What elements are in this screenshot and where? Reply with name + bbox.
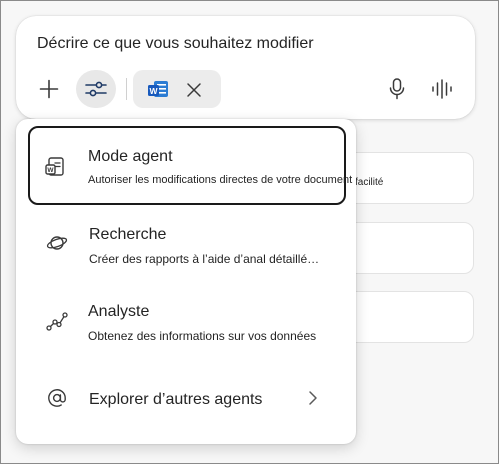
menu-item-title: Recherche	[89, 226, 167, 243]
word-document-icon: W	[148, 81, 168, 97]
menu-item-subtitle: Créer des rapports à l’aide d’anal détai…	[89, 252, 320, 266]
prompt-input[interactable]: Décrire ce que vous souhaitez modifier	[37, 35, 314, 53]
menu-item-subtitle: Autoriser les modifications directes de …	[88, 174, 353, 186]
suggestion-card-text: facilité	[355, 177, 384, 188]
voice-waveform-icon	[432, 79, 452, 99]
menu-item-subtitle: Obtenez des informations sur vos données	[88, 329, 317, 343]
line-graph-icon	[46, 312, 68, 331]
menu-item-mode-agent[interactable]	[28, 126, 346, 205]
tools-button[interactable]	[76, 70, 116, 108]
add-button[interactable]	[35, 75, 63, 103]
svg-text:W: W	[47, 167, 54, 174]
close-icon[interactable]	[185, 81, 203, 99]
planet-icon	[46, 236, 68, 250]
prompt-composer: Décrire ce que vous souhaitez modifier W	[16, 16, 475, 119]
agent-mode-menu: W Mode agent Autoriser les modifications…	[16, 119, 356, 444]
toolbar-divider	[126, 78, 127, 100]
menu-item-title: Mode agent	[88, 148, 173, 165]
attached-document-chip[interactable]: W	[133, 70, 221, 108]
microphone-icon	[389, 78, 405, 100]
menu-item-title: Analyste	[88, 303, 150, 320]
app-frame: facilité Décrire ce que vous souhaitez m…	[0, 0, 499, 464]
sliders-icon	[85, 81, 107, 97]
plus-icon	[39, 79, 59, 99]
menu-item-title: Explorer d’autres agents	[89, 391, 263, 408]
svg-text:W: W	[149, 86, 158, 96]
chevron-right-icon	[309, 391, 317, 405]
voice-button[interactable]	[428, 75, 456, 103]
agent-document-icon: W	[45, 157, 64, 176]
microphone-button[interactable]	[384, 75, 410, 103]
at-sign-icon	[48, 389, 66, 407]
